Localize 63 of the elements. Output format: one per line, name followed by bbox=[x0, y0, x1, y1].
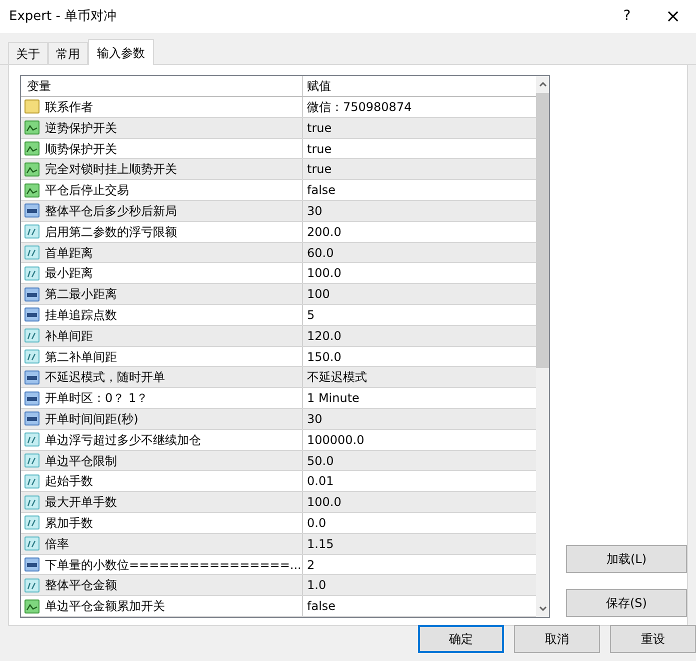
parameter-value[interactable]: 150.0 bbox=[303, 346, 536, 366]
parameter-name: 第二最小距离 bbox=[45, 286, 117, 304]
parameter-value[interactable]: 200.0 bbox=[303, 222, 536, 242]
parameter-value[interactable]: 1.15 bbox=[303, 534, 536, 554]
parameter-value[interactable]: true bbox=[303, 118, 536, 138]
parameter-value[interactable]: 50.0 bbox=[303, 450, 536, 470]
parameter-name: 逆势保护开关 bbox=[45, 120, 117, 137]
close-button[interactable]: × bbox=[650, 0, 696, 33]
parameter-value[interactable]: 微信：750980874 bbox=[303, 97, 536, 117]
parameter-value[interactable]: 30 bbox=[303, 409, 536, 429]
tab[interactable]: 输入参数 bbox=[88, 39, 154, 65]
parameter-name: 整体平仓金额 bbox=[45, 577, 117, 594]
parameter-value[interactable]: true bbox=[303, 159, 536, 180]
parameter-value[interactable]: 100.0 bbox=[303, 263, 536, 284]
parameter-value[interactable]: 1 Minute bbox=[303, 388, 536, 408]
parameter-name: 联系作者 bbox=[45, 98, 93, 116]
parameter-name: 平仓后停止交易 bbox=[45, 182, 129, 200]
parameter-name: 顺势保护开关 bbox=[45, 140, 117, 158]
parameter-name: 第二补单间距 bbox=[45, 348, 117, 366]
parameter-name: 不延迟模式，随时开单 bbox=[45, 369, 165, 386]
column-header[interactable]: 赋值 bbox=[303, 76, 536, 96]
parameter-value[interactable]: 0.01 bbox=[303, 471, 536, 492]
column-header[interactable]: 变量 bbox=[21, 76, 303, 96]
parameter-value[interactable]: 120.0 bbox=[303, 326, 536, 346]
parameter-value[interactable]: 2 bbox=[303, 554, 536, 574]
help-button[interactable]: ? bbox=[604, 0, 650, 33]
parameter-value[interactable]: 100.0 bbox=[303, 492, 536, 512]
dialog-button[interactable]: 确定 bbox=[418, 625, 504, 653]
parameter-name: 挂单追踪点数 bbox=[45, 306, 117, 324]
parameter-name: 补单间距 bbox=[45, 328, 93, 345]
tab[interactable]: 常用 bbox=[48, 42, 88, 64]
tab[interactable]: 关于 bbox=[8, 42, 48, 64]
parameter-value[interactable]: 30 bbox=[303, 201, 536, 221]
parameter-name: 整体平仓后多少秒后新局 bbox=[45, 202, 177, 220]
parameter-value[interactable]: false bbox=[303, 596, 536, 616]
parameter-name: 最大开单手数 bbox=[45, 494, 117, 512]
dialog-button[interactable]: 取消 bbox=[514, 625, 600, 653]
window-title: Expert - 单币对冲 bbox=[9, 8, 117, 26]
parameter-name: 开单时间间距(秒) bbox=[45, 410, 138, 428]
parameter-name: 开单时区：0？ 1？ bbox=[45, 390, 148, 408]
parameter-name: 启用第二参数的浮亏限额 bbox=[45, 224, 177, 241]
parameter-value[interactable]: 100000.0 bbox=[303, 430, 536, 450]
parameter-name: 单边浮亏超过多少不继续加仓 bbox=[45, 432, 201, 449]
parameter-name: 累加手数 bbox=[45, 514, 93, 532]
parameter-name: 完全对锁时挂上顺势开关 bbox=[45, 161, 177, 178]
parameter-value[interactable]: 5 bbox=[303, 305, 536, 325]
parameter-name: 倍率 bbox=[45, 536, 69, 553]
parameter-value[interactable]: 100 bbox=[303, 284, 536, 304]
side-button[interactable]: 保存(S) bbox=[566, 589, 687, 617]
parameter-value[interactable]: 1.0 bbox=[303, 575, 536, 596]
parameter-name: 下单量的小数位================... bbox=[45, 556, 302, 574]
parameter-name: 单边平仓限制 bbox=[45, 452, 117, 470]
parameter-name: 单边平仓金额累加开关 bbox=[45, 598, 165, 616]
parameter-value[interactable]: 不延迟模式 bbox=[303, 367, 536, 388]
parameter-value[interactable]: true bbox=[303, 138, 536, 158]
parameter-value[interactable]: 0.0 bbox=[303, 513, 536, 533]
parameter-value[interactable]: false bbox=[303, 180, 536, 200]
parameter-name: 最小距离 bbox=[45, 265, 93, 282]
parameter-name: 起始手数 bbox=[45, 473, 93, 490]
parameter-value[interactable]: 60.0 bbox=[303, 242, 536, 262]
side-button[interactable]: 加载(L) bbox=[566, 545, 687, 573]
dialog-button[interactable]: 重设 bbox=[610, 625, 696, 653]
parameter-name: 首单距离 bbox=[45, 244, 93, 262]
